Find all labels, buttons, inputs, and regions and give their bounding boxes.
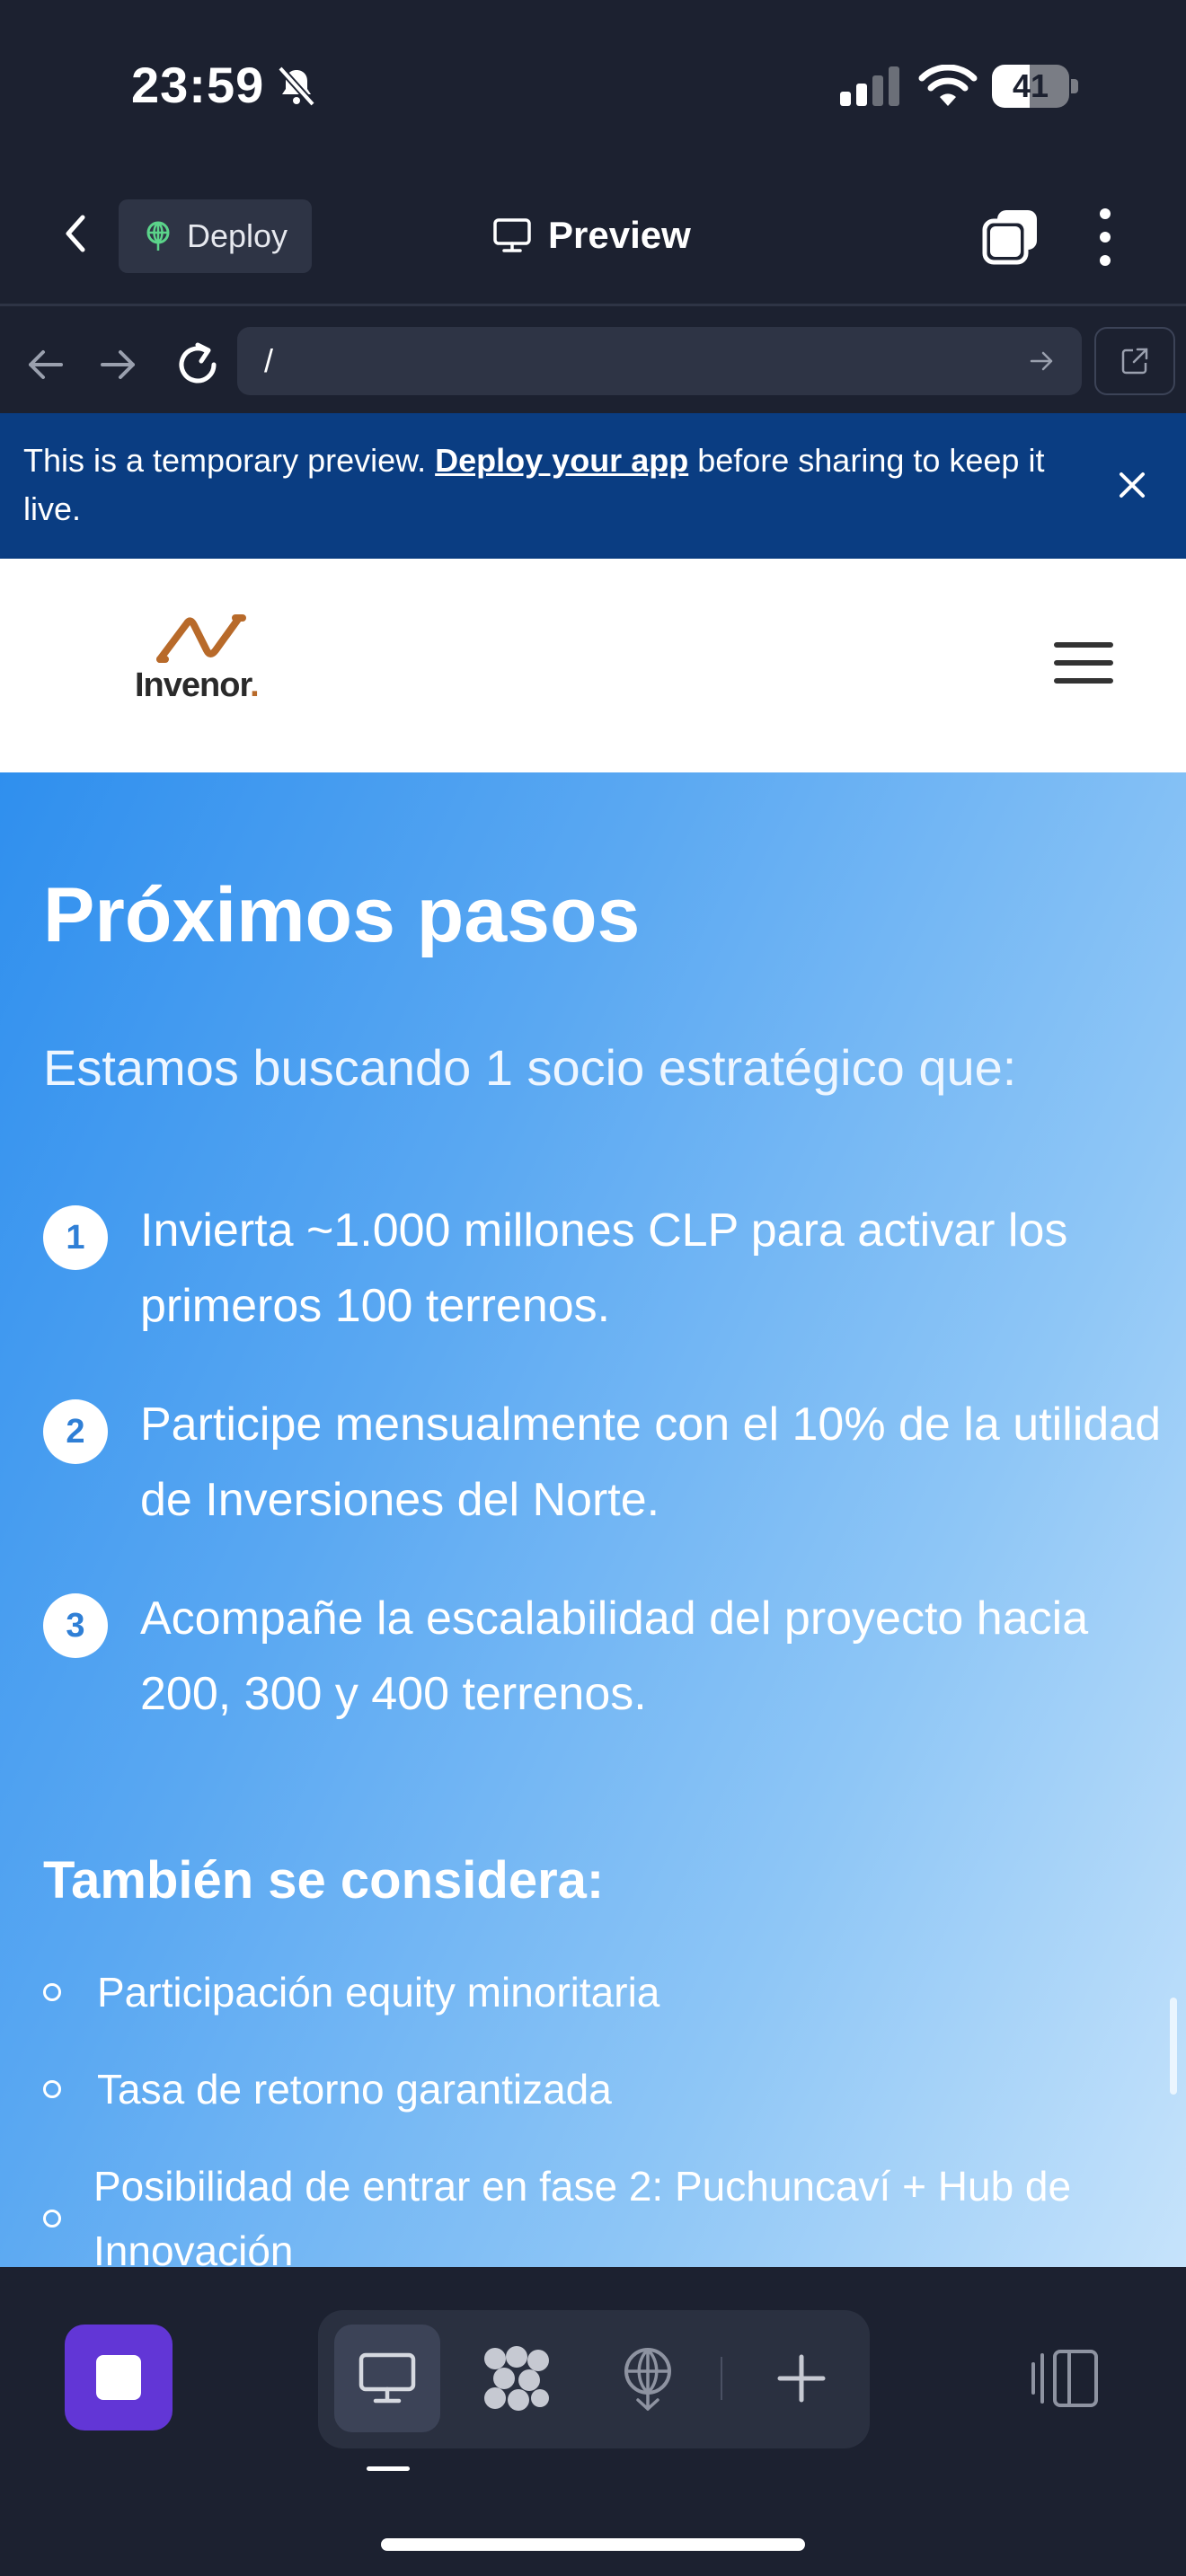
toolbar-divider [0, 304, 1186, 306]
url-input[interactable]: / [237, 327, 1082, 395]
deploy-icon [146, 221, 170, 251]
step-number: 3 [43, 1593, 108, 1658]
step-item: 2 Participe mensualmente con el 10% de l… [43, 1387, 1161, 1539]
tool-separator [721, 2357, 722, 2400]
url-value: / [264, 342, 274, 379]
preview-title: Preview [492, 208, 691, 262]
signal-icon [840, 66, 899, 106]
bullet-icon [43, 1983, 61, 2001]
open-external-button[interactable] [1094, 327, 1175, 395]
logo-text: Invenor [135, 666, 251, 704]
active-tab-indicator [367, 2466, 410, 2471]
deploy-button[interactable]: Deploy [119, 199, 312, 273]
step-text: Acompañe la escalabilidad del proyecto h… [140, 1592, 1089, 1720]
list-item-text: Participación equity minoritaria [97, 1969, 660, 2016]
invenor-logo[interactable]: Invenor. [135, 607, 270, 706]
arrow-left-icon[interactable] [22, 341, 68, 388]
home-indicator[interactable] [381, 2538, 805, 2551]
also-considered-title: También se considera: [43, 1851, 605, 1910]
preview-label: Preview [548, 214, 691, 256]
list-item-text: Tasa de retorno garantizada [97, 2066, 612, 2113]
step-item: 3 Acompañe la escalabilidad del proyecto… [43, 1581, 1148, 1734]
status-time: 23:59 [131, 57, 265, 113]
reload-icon[interactable] [171, 338, 225, 392]
agent-icon [484, 2346, 549, 2411]
banner-text: This is a temporary preview. Deploy your… [23, 437, 1084, 534]
deploy-label: Deploy [187, 217, 288, 254]
chevron-left-icon[interactable] [52, 208, 102, 259]
banner-text-start: This is a temporary preview. [23, 442, 436, 479]
section-subtitle: Estamos buscando 1 socio estratégico que… [43, 1039, 1017, 1096]
tabs-icon[interactable] [981, 208, 1039, 266]
list-item: Participación equity minoritaria [43, 1960, 1157, 2025]
bullet-icon [43, 2210, 61, 2228]
bullet-icon [43, 2080, 61, 2098]
step-text: Participe mensualmente con el 10% de la … [140, 1398, 1162, 1526]
more-vertical-icon[interactable] [1084, 205, 1127, 269]
open-external-icon [1121, 348, 1148, 375]
step-text: Invierta ~1.000 millones CLP para activa… [140, 1204, 1068, 1332]
monitor-icon [493, 218, 531, 252]
stop-button[interactable] [65, 2325, 173, 2430]
bell-slash-icon [278, 66, 315, 107]
go-arrow-icon[interactable] [1028, 348, 1055, 375]
step-number: 2 [43, 1399, 108, 1464]
plus-icon [777, 2354, 826, 2403]
desktop-tool-button[interactable] [334, 2325, 440, 2432]
section-title: Próximos pasos [43, 872, 641, 958]
panel-icon[interactable] [1030, 2346, 1102, 2411]
wifi-icon [918, 65, 978, 106]
desktop-icon [358, 2352, 416, 2404]
stop-icon [96, 2355, 141, 2400]
scrollbar[interactable] [1170, 1998, 1177, 2095]
step-number: 1 [43, 1205, 108, 1270]
add-tool-button[interactable] [757, 2325, 846, 2432]
battery-icon: 41 [992, 65, 1078, 108]
arrow-right-icon[interactable] [95, 341, 142, 388]
list-item: Tasa de retorno garantizada [43, 2057, 1157, 2122]
invenor-logo-mark [156, 614, 246, 663]
battery-level: 41 [1012, 67, 1049, 104]
agent-tool-button[interactable] [467, 2325, 566, 2432]
deploy-tool-button[interactable] [598, 2325, 697, 2432]
list-item-text: Posibilidad de entrar en fase 2: Puchunc… [93, 2163, 1072, 2274]
hamburger-icon[interactable] [1053, 636, 1114, 690]
deploy-tool-icon [624, 2348, 671, 2411]
deploy-app-link[interactable]: Deploy your app [435, 442, 688, 479]
step-item: 1 Invierta ~1.000 millones CLP para acti… [43, 1193, 1148, 1345]
close-icon[interactable] [1111, 463, 1154, 507]
logo-dot: . [250, 666, 260, 704]
